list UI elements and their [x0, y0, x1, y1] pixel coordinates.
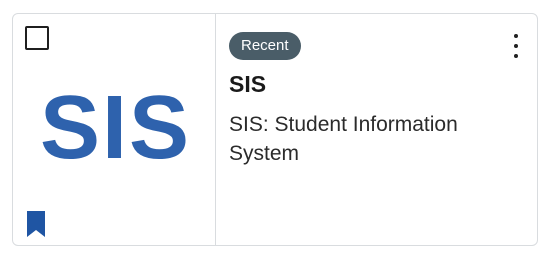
select-checkbox[interactable]: [25, 26, 49, 50]
card-title[interactable]: SIS: [229, 70, 525, 98]
app-logo: SIS: [40, 83, 189, 173]
app-card[interactable]: SIS Recent SIS SIS: Student Information …: [12, 13, 538, 246]
card-content: Recent SIS SIS: Student Information Syst…: [216, 14, 537, 245]
card-description: SIS: Student Information System: [229, 113, 458, 165]
recent-badge: Recent: [229, 32, 301, 60]
kebab-dot: [514, 54, 518, 58]
app-logo-text: SIS: [39, 78, 192, 178]
kebab-dot: [514, 44, 518, 48]
card-thumbnail: SIS: [13, 14, 216, 245]
kebab-dot: [514, 34, 518, 38]
more-vertical-icon[interactable]: [509, 34, 523, 58]
bookmark-icon[interactable]: [25, 210, 47, 238]
